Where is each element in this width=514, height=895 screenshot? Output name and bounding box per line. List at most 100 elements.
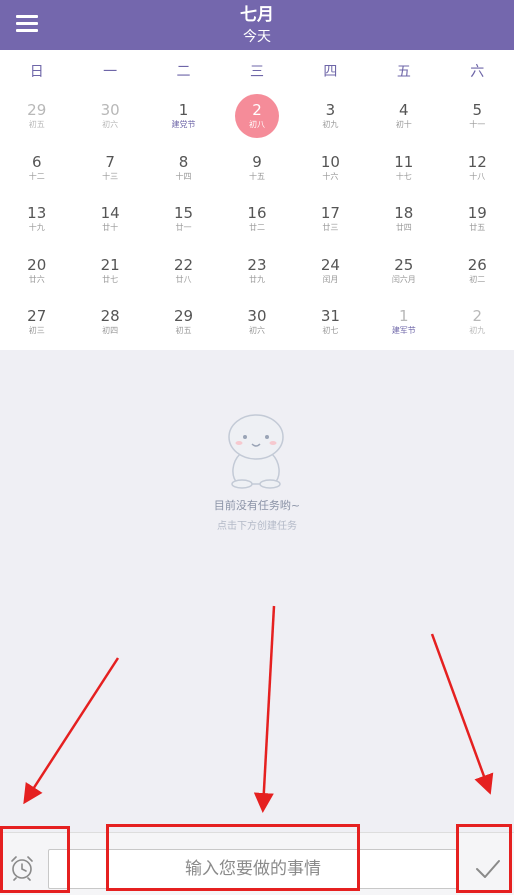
annotation-arrow [253,605,276,813]
day-number: 18 [394,204,414,223]
day-number: 27 [27,307,47,326]
day-number: 17 [320,204,340,223]
calendar-day[interactable]: 9 十五 [220,144,293,196]
day-number: 12 [467,152,487,171]
lunar-date: 十五 [248,171,265,181]
calendar-day[interactable]: 28 初四 [73,298,146,350]
calendar-day[interactable]: 25 闰六月 [367,247,440,299]
lunar-date: 建党节 [171,120,196,129]
calendar-day[interactable]: 29 初五 [147,298,220,350]
calendar-day[interactable]: 3 初九 [294,92,367,144]
calendar-week: 29 初五 30 初六 1 建党节 2 初八 3 初九 4 初十 5 十一 [0,92,514,144]
calendar-day[interactable]: 31 初七 [294,298,367,350]
calendar-day[interactable]: 24 闰月 [294,247,367,299]
day-number: 1 [399,307,409,326]
day-number: 9 [252,152,262,171]
calendar-day[interactable]: 23 廿九 [220,247,293,299]
checkmark-icon[interactable] [474,857,502,881]
task-input[interactable] [48,849,458,889]
calendar-day[interactable]: 16 廿二 [220,195,293,247]
calendar-week: 27 初三 28 初四 29 初五 30 初六 31 初七 1 建军节 2 初九 [0,298,514,350]
today-button[interactable]: 今天 [0,28,514,46]
lunar-date: 廿七 [102,274,119,284]
lunar-date: 廿九 [248,274,265,284]
weekday-label: 五 [396,64,411,80]
weekday-label: 三 [249,64,264,80]
lunar-date: 廿四 [395,223,412,233]
calendar-day[interactable]: 8 十四 [147,144,220,196]
day-number: 15 [174,204,194,223]
calendar-day[interactable]: 12 十八 [441,144,514,196]
calendar-day[interactable]: 29 初五 [0,92,73,144]
lunar-date: 初六 [102,120,119,129]
calendar-week: 13 十九 14 廿十 15 廿一 16 廿二 17 廿三 18 廿四 19 廿五 [0,195,514,247]
lunar-date: 初四 [102,326,119,336]
day-number: 2 [252,101,262,119]
calendar-day[interactable]: 30 初六 [220,298,293,350]
lunar-date: 廿一 [175,223,192,233]
day-number: 1 [178,101,189,119]
calendar-day[interactable]: 1 建党节 [147,92,220,144]
alarm-clock-icon[interactable] [8,855,36,881]
day-number: 7 [105,152,115,171]
weekday-label: 四 [323,64,338,80]
lunar-date: 十二 [28,171,45,181]
lunar-date: 十三 [102,171,119,181]
day-number: 10 [320,152,340,171]
calendar-day[interactable]: 20 廿六 [0,247,73,299]
day-number: 26 [467,255,487,274]
day-number: 21 [100,255,120,274]
calendar-day[interactable]: 6 十二 [0,144,73,196]
lunar-date: 闰六月 [391,274,416,284]
day-number: 16 [247,204,267,223]
calendar-day[interactable]: 30 初六 [73,92,146,144]
month-title: 七月 [240,5,274,25]
calendar-day[interactable]: 27 初三 [0,298,73,350]
calendar-day[interactable]: 21 廿七 [73,247,146,299]
calendar-day[interactable]: 22 廿八 [147,247,220,299]
day-number: 24 [320,255,340,274]
lunar-date: 廿三 [322,223,339,233]
calendar-day[interactable]: 14 廿十 [73,195,146,247]
day-number: 19 [467,204,487,223]
lunar-date: 十六 [322,171,339,181]
lunar-date: 初二 [469,274,486,284]
annotation-arrow [23,657,120,805]
weekday-label: 六 [470,64,485,80]
lunar-date: 初三 [28,326,45,336]
calendar-day[interactable]: 19 廿五 [441,195,514,247]
calendar-day[interactable]: 13 十九 [0,195,73,247]
day-number: 28 [100,307,120,326]
calendar-day[interactable]: 2 初九 [441,298,514,350]
lunar-date: 初十 [395,120,412,129]
day-number: 30 [100,101,120,119]
day-number: 23 [247,255,267,274]
lunar-date: 廿二 [248,223,265,233]
day-number: 11 [394,152,414,171]
calendar-day-selected[interactable]: 2 初八 [220,92,293,144]
calendar-day[interactable]: 7 十三 [73,144,146,196]
day-number: 25 [394,255,414,274]
lunar-date: 初五 [28,120,45,129]
weekday-label: 日 [29,64,44,80]
calendar-week: 6 十二 7 十三 8 十四 9 十五 10 十六 11 十七 12 十八 [0,144,514,196]
calendar-day[interactable]: 26 初二 [441,247,514,299]
day-number: 3 [325,101,336,119]
calendar-day[interactable]: 5 十一 [441,92,514,144]
day-number: 2 [472,307,483,326]
lunar-date: 初六 [248,326,265,336]
calendar-day[interactable]: 4 初十 [367,92,440,144]
mascot-illustration [228,414,284,489]
day-number: 8 [178,152,189,171]
lunar-date: 廿六 [28,274,45,284]
calendar-day[interactable]: 11 十七 [367,144,440,196]
calendar-day[interactable]: 1 建军节 [367,298,440,350]
calendar-day[interactable]: 10 十六 [294,144,367,196]
calendar-day[interactable]: 15 廿一 [147,195,220,247]
day-number: 6 [31,152,42,171]
calendar-day[interactable]: 17 廿三 [294,195,367,247]
calendar-day[interactable]: 18 廿四 [367,195,440,247]
lunar-date: 十四 [175,171,192,181]
lunar-date: 廿十 [102,223,119,233]
day-number: 31 [320,307,340,326]
